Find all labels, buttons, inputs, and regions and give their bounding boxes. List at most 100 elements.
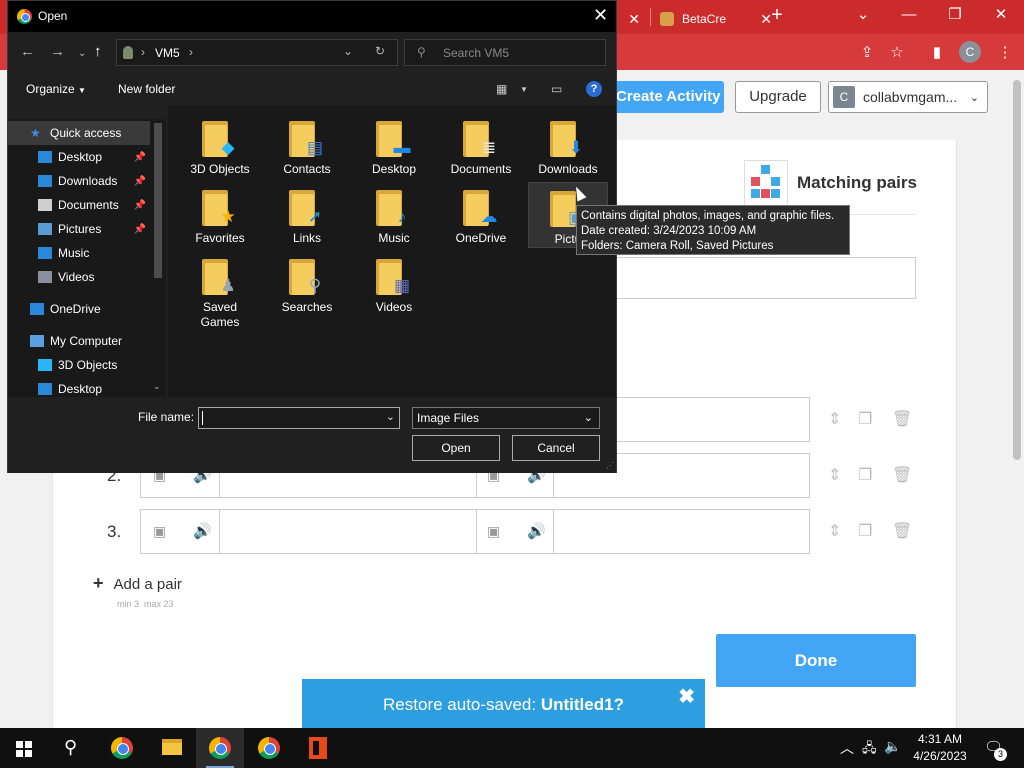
nav-scrollbar[interactable]: ⌄ <box>150 119 166 397</box>
chevron-down-icon[interactable]: ⌄ <box>386 410 395 423</box>
nav-item-label: Desktop <box>58 382 103 396</box>
minimize-button[interactable]: — <box>886 4 932 28</box>
folder-item[interactable]: ▦ Videos <box>354 251 434 317</box>
nav-item[interactable]: My Computer <box>8 329 150 353</box>
taskbar-chrome[interactable] <box>98 728 146 768</box>
duplicate-icon[interactable]: ❐ <box>858 409 872 429</box>
add-image-icon[interactable]: ▣ <box>487 523 507 539</box>
open-button[interactable]: Open <box>412 435 500 461</box>
close-tab-icon[interactable]: ✕ <box>628 11 640 28</box>
create-activity-button[interactable]: Create Activity <box>604 81 724 113</box>
video-icon <box>38 271 52 283</box>
forward-arrow-icon[interactable]: → <box>50 43 65 60</box>
folder-item[interactable]: ⬇ Downloads <box>528 113 608 179</box>
refresh-icon[interactable]: ↻ <box>375 44 385 58</box>
trash-icon[interactable]: 🗑 <box>892 409 912 429</box>
add-image-icon[interactable]: ▣ <box>153 523 173 539</box>
new-folder-button[interactable]: New folder <box>118 82 175 96</box>
close-icon[interactable]: ✕ <box>593 5 608 26</box>
bookmark-star-icon[interactable]: ☆ <box>886 42 908 64</box>
pair-text-input[interactable] <box>220 510 476 553</box>
nav-item[interactable]: Documents 📌 <box>8 193 150 217</box>
folder-item[interactable]: ▬ Desktop <box>354 113 434 179</box>
user-folder-icon <box>123 46 133 59</box>
folder-item[interactable]: ☁ OneDrive <box>441 182 521 248</box>
address-bar[interactable]: › VM5 › ⌄ ↻ <box>116 39 398 66</box>
nav-item[interactable]: Pictures 📌 <box>8 217 150 241</box>
folder-item[interactable]: ♟ Saved Games <box>180 251 260 329</box>
folder-item[interactable]: ⚲ Searches <box>267 251 347 317</box>
breadcrumb-vm5[interactable]: VM5 <box>155 46 180 60</box>
file-type-select[interactable]: Image Files ⌄ <box>412 407 600 429</box>
taskbar-file-explorer[interactable] <box>148 728 196 768</box>
nav-item[interactable]: ★ Quick access <box>8 121 150 145</box>
folder-item[interactable]: ▤ Contacts <box>267 113 347 179</box>
reorder-icon[interactable]: ⇕ <box>828 521 841 541</box>
address-dropdown-icon[interactable]: ⌄ <box>343 44 353 58</box>
account-menu[interactable]: C collabvmgam... ⌄ <box>828 81 988 113</box>
view-dropdown-icon[interactable]: ▼ <box>520 85 528 94</box>
nav-item[interactable]: Music <box>8 241 150 265</box>
add-sound-icon[interactable]: 🔊 <box>527 522 546 540</box>
trash-icon[interactable]: 🗑 <box>892 521 912 541</box>
folder-item[interactable]: ◆ 3D Objects <box>180 113 260 179</box>
scroll-down-icon[interactable]: ⌄ <box>153 381 161 392</box>
folder-item[interactable]: ★ Favorites <box>180 182 260 248</box>
nav-item[interactable]: Desktop 📌 <box>8 145 150 169</box>
start-button[interactable] <box>0 728 48 768</box>
cancel-button[interactable]: Cancel <box>512 435 600 461</box>
add-pair-button[interactable]: + Add a pair <box>93 573 182 594</box>
add-sound-icon[interactable]: 🔊 <box>193 522 212 540</box>
duplicate-icon[interactable]: ❐ <box>858 465 872 485</box>
close-window-button[interactable]: ✕ <box>978 4 1024 28</box>
share-icon[interactable]: ⇪ <box>856 42 878 64</box>
preview-pane-icon[interactable]: ▭ <box>551 82 562 96</box>
restore-button[interactable]: ❐ <box>932 4 978 28</box>
profile-avatar[interactable]: C <box>959 41 981 63</box>
trash-icon[interactable]: 🗑 <box>892 465 912 485</box>
network-icon[interactable]: 🖧 <box>862 739 877 761</box>
restore-autosave-banner[interactable]: Restore auto-saved: Untitled1? ✖ <box>302 679 705 729</box>
folder-item[interactable]: ♪ Music <box>354 182 434 248</box>
taskbar-office[interactable] <box>295 728 343 768</box>
folder-item[interactable]: ➚ Links <box>267 182 347 248</box>
taskbar-chrome-active[interactable] <box>196 728 244 768</box>
help-icon[interactable]: ? <box>586 81 602 97</box>
nav-item-label: My Computer <box>50 334 123 348</box>
reorder-icon[interactable]: ⇕ <box>828 409 841 429</box>
cube-icon <box>38 359 52 371</box>
tray-chevron-icon[interactable]: ︿ <box>840 738 854 758</box>
nav-item[interactable]: Videos <box>8 265 150 289</box>
file-name-input[interactable]: ⌄ <box>198 407 400 429</box>
side-panel-icon[interactable]: ▮ <box>926 42 948 64</box>
back-arrow-icon[interactable]: ← <box>20 43 35 60</box>
resize-grip-icon[interactable]: ⋰ <box>606 461 614 470</box>
volume-icon[interactable]: 🔈 <box>884 738 901 755</box>
chrome-menu-icon[interactable]: ⋮ <box>994 42 1016 64</box>
done-button[interactable]: Done <box>716 634 916 687</box>
duplicate-icon[interactable]: ❐ <box>858 521 872 541</box>
close-icon[interactable]: ✖ <box>678 679 695 715</box>
clock[interactable]: 4:31 AM 4/26/2023 <box>905 731 975 765</box>
view-options-icon[interactable]: ▦ <box>496 82 507 96</box>
dialog-titlebar: Open ✕ <box>8 1 616 32</box>
up-arrow-icon[interactable]: ↑ <box>94 43 102 60</box>
reorder-icon[interactable]: ⇕ <box>828 465 841 485</box>
nav-item[interactable]: OneDrive <box>8 297 150 321</box>
activity-title-input[interactable] <box>600 257 916 299</box>
tab-search-chevron-icon[interactable]: ⌄ <box>840 4 886 28</box>
search-button[interactable]: ⚲ <box>48 728 96 768</box>
nav-item[interactable]: 3D Objects <box>8 353 150 377</box>
recent-chevron-icon[interactable]: ⌄ <box>78 48 86 59</box>
breadcrumb-separator-icon: › <box>189 45 193 59</box>
pair-text-input[interactable] <box>554 510 810 553</box>
nav-item[interactable]: Downloads 📌 <box>8 169 150 193</box>
browser-tab-partial[interactable]: ✕ <box>618 4 648 34</box>
folder-item[interactable]: ≣ Documents <box>441 113 521 179</box>
organize-menu[interactable]: Organize ▼ <box>26 82 86 96</box>
new-tab-button[interactable]: + <box>754 4 800 28</box>
upgrade-button[interactable]: Upgrade <box>735 81 821 113</box>
page-scrollbar[interactable] <box>1010 70 1024 728</box>
search-input[interactable]: ⚲ Search VM5 <box>404 39 606 66</box>
taskbar-chrome-2[interactable] <box>245 728 293 768</box>
